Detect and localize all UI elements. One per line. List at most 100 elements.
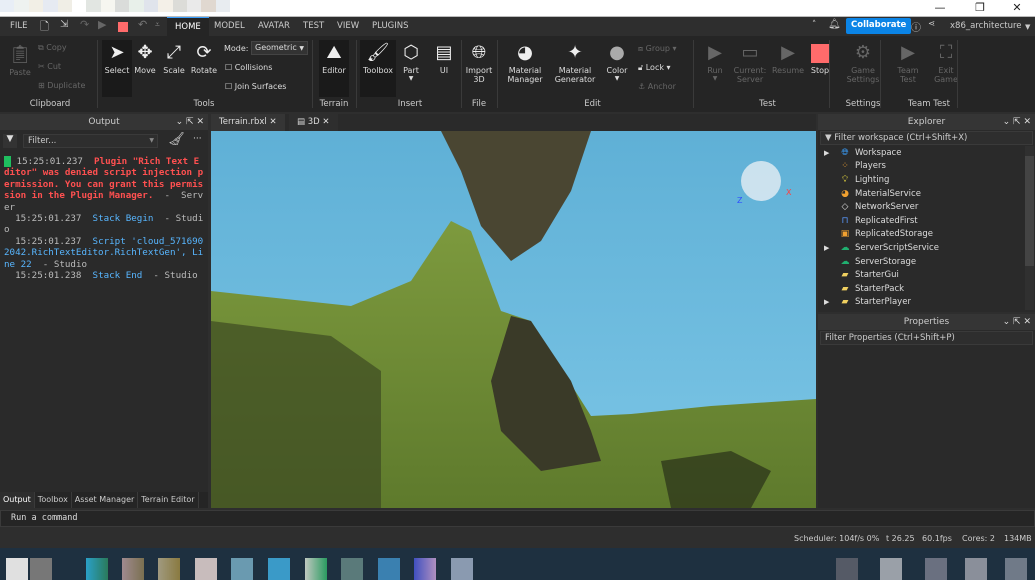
current-server-button[interactable]: ▭ Current: Server <box>732 40 768 84</box>
user-menu[interactable]: x86_architecture <box>950 21 1022 31</box>
tray-icon[interactable] <box>925 558 947 580</box>
tree-item-networkserver[interactable]: ◇ NetworkServer <box>818 200 1035 214</box>
tray-icon[interactable] <box>1005 558 1027 580</box>
tree-item-players[interactable]: ⁘ Players <box>818 160 1035 174</box>
taskbar-app[interactable] <box>305 558 327 580</box>
command-bar-input[interactable]: Run a command <box>0 510 1035 527</box>
share-icon[interactable]: ⋖ <box>928 19 935 29</box>
open-icon[interactable]: ⇲ <box>60 19 68 30</box>
tray-icon[interactable] <box>880 558 902 580</box>
minimize-icon[interactable]: — <box>930 1 950 14</box>
taskbar-app[interactable] <box>451 558 473 580</box>
panel-controls[interactable]: ⌄ ⇱ ✕ <box>1003 114 1031 130</box>
explorer-scrollbar[interactable] <box>1025 146 1034 310</box>
cut-button[interactable]: ✂ Cut <box>38 62 61 71</box>
tree-item-replicatedfirst[interactable]: ⊓ ReplicatedFirst <box>818 214 1035 228</box>
rotate-button[interactable]: ⟳ Rotate <box>189 40 219 75</box>
tray-icon[interactable] <box>965 558 987 580</box>
tab-terrain-editor[interactable]: Terrain Editor <box>138 492 199 508</box>
collapse-ribbon-icon[interactable]: ˄ <box>812 20 816 30</box>
taskbar-app[interactable] <box>231 558 253 580</box>
tree-item-starterpack[interactable]: ▰ StarterPack <box>818 282 1035 296</box>
tree-item-materialservice[interactable]: ◕ MaterialService <box>818 187 1035 201</box>
close-icon[interactable]: ✕ <box>1007 1 1027 14</box>
copy-button[interactable]: ⧉ Copy <box>38 43 67 53</box>
tree-item-starterplayer[interactable]: ▶ ▰ StarterPlayer <box>818 296 1035 310</box>
close-icon[interactable]: ✕ <box>322 117 329 127</box>
filter-icon[interactable]: ▼ <box>3 134 17 148</box>
terrain-editor-button[interactable]: ⛰ Editor <box>319 40 349 97</box>
tab-test[interactable]: TEST <box>303 21 324 31</box>
taskbar-app[interactable] <box>341 558 363 580</box>
help-icon[interactable]: ⓘ <box>911 19 921 34</box>
group-button[interactable]: ⧈ Group ▾ <box>638 44 677 54</box>
tray-icon[interactable] <box>836 558 858 580</box>
import-3d-button[interactable]: 🌐︎ Import 3D <box>464 40 494 84</box>
anchor-button[interactable]: ⚓︎ Anchor <box>638 82 676 91</box>
toolbox-button[interactable]: 🖌︎ Toolbox <box>360 40 396 97</box>
clear-output-icon[interactable]: 🧹︎ <box>168 132 185 147</box>
stop-icon[interactable] <box>118 22 128 32</box>
expand-arrow-icon[interactable]: ▶ <box>824 244 838 252</box>
output-filter-input[interactable]: Filter... ▼ <box>23 134 158 148</box>
lock-button[interactable]: 🔓︎ Lock ▾ <box>638 63 671 73</box>
scale-button[interactable]: ⤢ Scale <box>159 40 189 75</box>
tab-avatar[interactable]: AVATAR <box>258 21 290 31</box>
game-settings-button[interactable]: ⚙ Game Settings <box>845 40 881 84</box>
material-generator-button[interactable]: ✦ Material Generator <box>553 40 597 84</box>
tree-item-serverscriptservice[interactable]: ▶ ☁ ServerScriptService <box>818 241 1035 255</box>
undo-icon[interactable]: ↶ <box>138 18 147 31</box>
tab-home[interactable]: HOME <box>167 17 209 37</box>
file-menu[interactable]: FILE <box>10 21 28 31</box>
tree-item-lighting[interactable]: 💡︎ Lighting <box>818 173 1035 187</box>
join-surfaces-checkbox[interactable]: ☐ Join Surfaces <box>225 82 286 91</box>
collaborate-button[interactable]: Collaborate <box>846 18 912 34</box>
restore-icon[interactable]: ❐ <box>970 1 990 14</box>
panel-controls[interactable]: ⌄ ⇱ ✕ <box>176 114 204 130</box>
panel-controls[interactable]: ⌄ ⇱ ✕ <box>1003 314 1031 330</box>
taskbar-app[interactable] <box>414 558 436 580</box>
color-button[interactable]: ● Color ▼ <box>602 40 632 82</box>
material-manager-button[interactable]: ◕ Material Manager <box>503 40 547 84</box>
taskbar-app[interactable] <box>195 558 217 580</box>
mode-dropdown[interactable]: Geometric ▼ <box>251 41 308 55</box>
tab-model[interactable]: MODEL <box>214 21 245 31</box>
taskbar-app[interactable] <box>30 558 52 580</box>
new-file-icon[interactable]: 🗋 <box>40 18 49 37</box>
tree-item-replicatedstorage[interactable]: ▣ ReplicatedStorage <box>818 228 1035 242</box>
taskbar-app[interactable] <box>268 558 290 580</box>
properties-filter-input[interactable]: Filter Properties (Ctrl+Shift+P) <box>820 331 1033 345</box>
view-cube[interactable] <box>741 161 781 201</box>
3d-viewport[interactable]: Z X <box>211 131 816 508</box>
select-button[interactable]: ➤ Select <box>102 40 132 97</box>
taskbar-app[interactable] <box>86 558 108 580</box>
taskbar-app[interactable] <box>378 558 400 580</box>
collisions-checkbox[interactable]: ☐ Collisions <box>225 63 272 72</box>
taskbar-app[interactable] <box>122 558 144 580</box>
move-button[interactable]: ✥ Move <box>130 40 160 75</box>
taskbar-app[interactable] <box>158 558 180 580</box>
play-icon[interactable]: ▶ <box>98 18 106 31</box>
run-button[interactable]: ▶ Run ▼ <box>700 40 730 82</box>
notification-bell-icon[interactable]: 🔔︎ <box>828 19 841 30</box>
resume-button[interactable]: ▶ Resume <box>770 40 806 75</box>
tab-output[interactable]: Output <box>0 492 35 508</box>
tab-toolbox[interactable]: Toolbox <box>35 492 72 508</box>
expand-arrow-icon[interactable]: ▶ <box>824 298 838 306</box>
taskbar-app[interactable] <box>6 558 28 580</box>
part-button[interactable]: ⬡ Part ▼ <box>396 40 426 82</box>
more-options-icon[interactable]: ··· <box>193 134 202 144</box>
tab-view[interactable]: VIEW <box>337 21 359 31</box>
customize-icon[interactable]: ⩡ <box>155 20 160 30</box>
user-dropdown-icon[interactable]: ▼ <box>1025 23 1030 31</box>
close-icon[interactable]: ✕ <box>269 117 276 127</box>
tree-item-workspace[interactable]: ▶ 🌐︎ Workspace <box>818 146 1035 160</box>
stop-button[interactable]: Stop <box>805 40 835 75</box>
tab-terrain-rbxl[interactable]: Terrain.rbxl ✕ <box>211 114 285 131</box>
paste-button[interactable]: 📋︎ Paste <box>5 42 35 77</box>
ui-button[interactable]: ▤ UI <box>429 40 459 75</box>
explorer-filter-input[interactable]: ▼ Filter workspace (Ctrl+Shift+X) <box>820 131 1033 145</box>
redo-icon[interactable]: ↷ <box>80 18 89 31</box>
expand-arrow-icon[interactable]: ▶ <box>824 149 838 157</box>
tab-3d[interactable]: ▤ 3D ✕ <box>289 114 338 131</box>
